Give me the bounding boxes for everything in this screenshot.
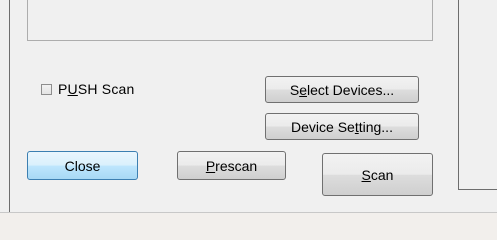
preview-panel-bottom-border	[458, 189, 497, 190]
settings-panel	[27, 0, 433, 41]
preview-panel-border	[458, 0, 459, 190]
close-button[interactable]: Close	[27, 151, 138, 180]
device-setting-button[interactable]: Device Se t ting...	[265, 113, 419, 140]
push-scan-label: PUSH Scan	[58, 81, 135, 97]
push-scan-option[interactable]: PUSH Scan	[41, 81, 135, 97]
status-area	[0, 213, 497, 240]
window-left-border	[9, 0, 10, 213]
scan-button[interactable]: Scan	[322, 153, 433, 196]
push-scan-checkbox[interactable]	[41, 83, 52, 95]
select-devices-button[interactable]: Se lect Devices...	[265, 76, 419, 103]
prescan-button[interactable]: Prescan	[177, 151, 286, 180]
